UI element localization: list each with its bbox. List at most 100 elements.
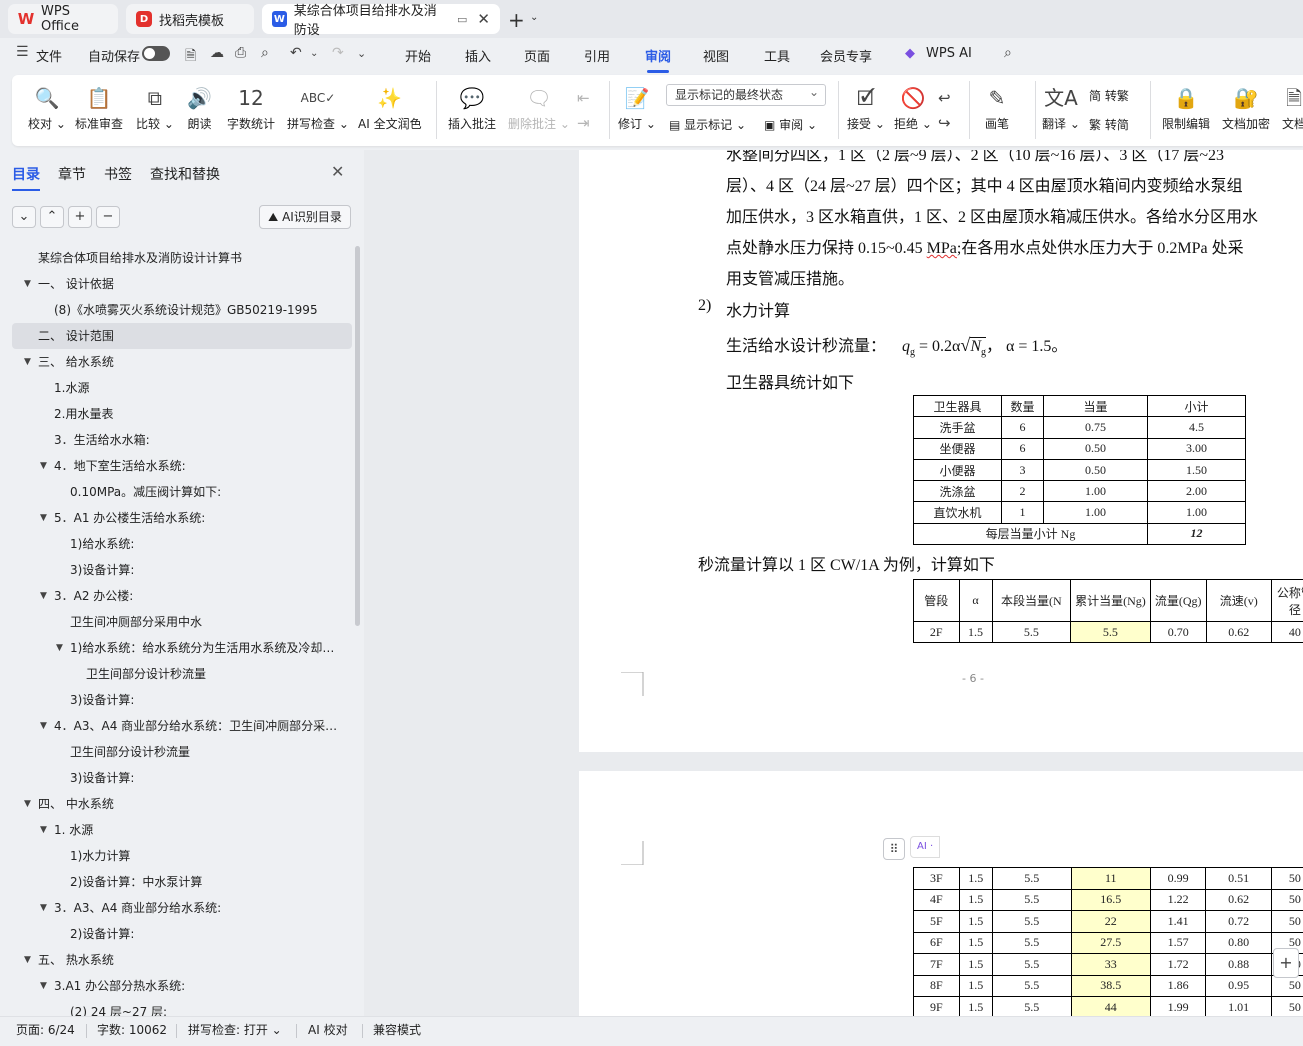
std-review-button[interactable]: 📋 标准审查 <box>75 83 123 132</box>
revise-button[interactable]: 📝 修订 ⌄ <box>618 83 656 132</box>
close-tab-icon[interactable]: ✕ <box>477 10 490 28</box>
next-revision-button[interactable]: ↪ <box>938 113 951 133</box>
toc-item[interactable]: 2)设备计算：中水泵计算 <box>12 869 352 895</box>
toc-item[interactable]: ▼ 一、 设计依据 <box>12 271 352 297</box>
collapse-down-button[interactable]: ⌄ <box>12 206 36 228</box>
to-simplified-button[interactable]: 繁 转简 <box>1089 116 1129 133</box>
page-indicator[interactable]: 页面: 6/24 <box>16 1021 75 1038</box>
expand-arrow-icon[interactable]: ▼ <box>24 271 31 297</box>
delete-comment-button[interactable]: 🗨 删除批注 ⌄ <box>508 83 570 132</box>
menu-view[interactable]: 视图 <box>703 46 729 65</box>
tab-bookmarks[interactable]: 书签 <box>104 164 132 184</box>
translate-button[interactable]: 文A 翻译 ⌄ <box>1042 83 1080 132</box>
expand-arrow-icon[interactable]: ▼ <box>40 895 47 921</box>
expand-arrow-icon[interactable]: ▼ <box>40 973 47 999</box>
more-quick-icon[interactable]: ⌄ <box>357 47 366 60</box>
read-aloud-button[interactable]: 🔊 朗读 <box>187 83 212 132</box>
menu-insert[interactable]: 插入 <box>465 46 491 65</box>
toc-item[interactable]: 卫生间部分设计秒流量 <box>12 661 352 687</box>
compare-button[interactable]: ⧉ 比较 ⌄ <box>136 83 174 132</box>
toc-item[interactable]: 3．生活给水水箱: <box>12 427 352 453</box>
markup-state-select[interactable]: 显示标记的最终状态 <box>666 82 826 106</box>
toc-item[interactable]: 二、 设计范围 <box>12 323 352 349</box>
word-count-button[interactable]: 12 字数统计 <box>227 83 275 132</box>
toc-item[interactable]: ▼ 3．A3、A4 商业部分给水系统: <box>12 895 352 921</box>
expand-arrow-icon[interactable]: ▼ <box>40 453 47 479</box>
menu-page[interactable]: 页面 <box>524 46 550 65</box>
next-comment-button[interactable]: ⇥ <box>577 113 590 133</box>
expand-arrow-icon[interactable]: ▼ <box>24 947 31 973</box>
wps-ai-icon[interactable]: ◆ <box>905 46 915 61</box>
pen-button[interactable]: ✎ 画笔 <box>985 83 1009 132</box>
close-icon[interactable]: ✕ <box>331 162 344 181</box>
prev-revision-button[interactable]: ↩ <box>938 83 951 113</box>
toc-item[interactable]: 2)设备计算: <box>12 921 352 947</box>
expand-arrow-icon[interactable]: ▼ <box>56 635 63 661</box>
hamburger-menu-icon[interactable]: ☰ <box>16 44 29 60</box>
menu-tools[interactable]: 工具 <box>764 46 790 65</box>
insert-comment-button[interactable]: 💬 插入批注 <box>448 83 496 132</box>
toc-item[interactable]: ▼ 3.A1 办公部分热水系统: <box>12 973 352 999</box>
toc-item[interactable]: ▼ 4．地下室生活给水系统: <box>12 453 352 479</box>
to-traditional-button[interactable]: 简 转繁 <box>1089 87 1129 104</box>
expand-arrow-icon[interactable]: ▼ <box>40 817 47 843</box>
toc-item[interactable]: 1)水力计算 <box>12 843 352 869</box>
toc-item[interactable]: ▼ 4．A3、A4 商业部分给水系统：卫生间冲厕部分采用中水 <box>12 713 352 739</box>
nav-scrollbar[interactable] <box>355 246 360 626</box>
expand-arrow-icon[interactable]: ▼ <box>40 713 47 739</box>
toc-item[interactable]: (8)《水喷雾灭火系统设计规范》GB50219-1995 <box>12 297 352 323</box>
undo-icon[interactable]: ↶ <box>290 45 302 61</box>
add-heading-button[interactable]: + <box>68 206 92 228</box>
prev-comment-button[interactable]: ⇤ <box>577 83 590 113</box>
toc-item[interactable]: 2.用水量表 <box>12 401 352 427</box>
menu-reference[interactable]: 引用 <box>584 46 610 65</box>
ai-polish-button[interactable]: ✨ AI 全文润色 <box>358 83 422 132</box>
toc-item[interactable]: 卫生间冲厕部分采用中水 <box>12 609 352 635</box>
save-icon[interactable]: 🗎 <box>185 45 196 69</box>
menu-wps-ai[interactable]: WPS AI <box>926 46 972 61</box>
cloud-icon[interactable]: ☁ <box>210 45 224 61</box>
expand-arrow-icon[interactable]: ▼ <box>24 349 31 375</box>
tab-find-replace[interactable]: 查找和替换 <box>150 164 220 184</box>
review-pane-button[interactable]: ▣ 审阅 ⌄ <box>764 116 817 133</box>
tab-sections[interactable]: 章节 <box>58 164 86 184</box>
new-tab-icon[interactable]: + <box>508 8 525 32</box>
toc-item[interactable]: ▼ 1. 水源 <box>12 817 352 843</box>
doc-more-button[interactable]: 🗎 文档 <box>1282 83 1303 132</box>
toc-item[interactable]: ▼ 三、 给水系统 <box>12 349 352 375</box>
toc-item[interactable]: 0.10MPa。减压阀计算如下: <box>12 479 352 505</box>
toc-item[interactable]: 3)设备计算: <box>12 557 352 583</box>
toc-item[interactable]: 3)设备计算: <box>12 687 352 713</box>
accept-button[interactable]: 🗹 接受 ⌄ <box>847 83 885 132</box>
reject-button[interactable]: 🚫 拒绝 ⌄ <box>894 83 932 132</box>
toc-item[interactable]: ▼ 四、 中水系统 <box>12 791 352 817</box>
tab-wps-office[interactable]: W WPS Office <box>8 4 118 34</box>
toc-item[interactable]: 某综合体项目给排水及消防设计计算书 <box>12 245 352 271</box>
table-move-handle-icon[interactable]: ⠿ <box>883 838 905 860</box>
toc-item[interactable]: 1)给水系统: <box>12 531 352 557</box>
autosave-toggle[interactable] <box>142 46 170 61</box>
toc-item[interactable]: ▼ 5．A1 办公楼生活给水系统: <box>12 505 352 531</box>
ai-toc-button[interactable]: ⛰ AI识别目录 <box>259 205 351 229</box>
tab-document[interactable]: W 某综合体项目给排水及消防设 ▭ ✕ <box>262 4 500 38</box>
spell-check-status[interactable]: 拼写检查: 打开 ⌄ <box>188 1021 282 1038</box>
undo-dropdown-icon[interactable]: ⌄ <box>310 48 318 59</box>
chevron-down-icon[interactable]: ⌄ <box>530 12 538 23</box>
spell-check-button[interactable]: ABC✓ 拼写检查 ⌄ <box>287 83 349 132</box>
doc-encrypt-button[interactable]: 🔐 文档加密 <box>1222 83 1270 132</box>
expand-arrow-icon[interactable]: ▼ <box>24 791 31 817</box>
toc-item[interactable]: 3)设备计算: <box>12 765 352 791</box>
toc-item[interactable]: ▼ 五、 热水系统 <box>12 947 352 973</box>
tab-toc[interactable]: 目录 <box>12 164 40 191</box>
tab-docer-templates[interactable]: D 找稻壳模板 <box>126 4 254 34</box>
search-icon[interactable]: ⌕ <box>1004 45 1012 61</box>
toc-item[interactable]: 1.水源 <box>12 375 352 401</box>
menu-home[interactable]: 开始 <box>405 46 431 65</box>
word-count-status[interactable]: 字数: 10062 <box>97 1021 167 1038</box>
expand-arrow-icon[interactable]: ▼ <box>40 583 47 609</box>
collapse-up-button[interactable]: ⌃ <box>40 206 64 228</box>
ai-proof-status[interactable]: AI 校对 <box>308 1021 348 1038</box>
proof-button[interactable]: 🔍 校对 ⌄ <box>28 83 66 132</box>
restrict-edit-button[interactable]: 🔒 限制编辑 <box>1162 83 1210 132</box>
show-markup-button[interactable]: ▤ 显示标记 ⌄ <box>669 116 746 133</box>
